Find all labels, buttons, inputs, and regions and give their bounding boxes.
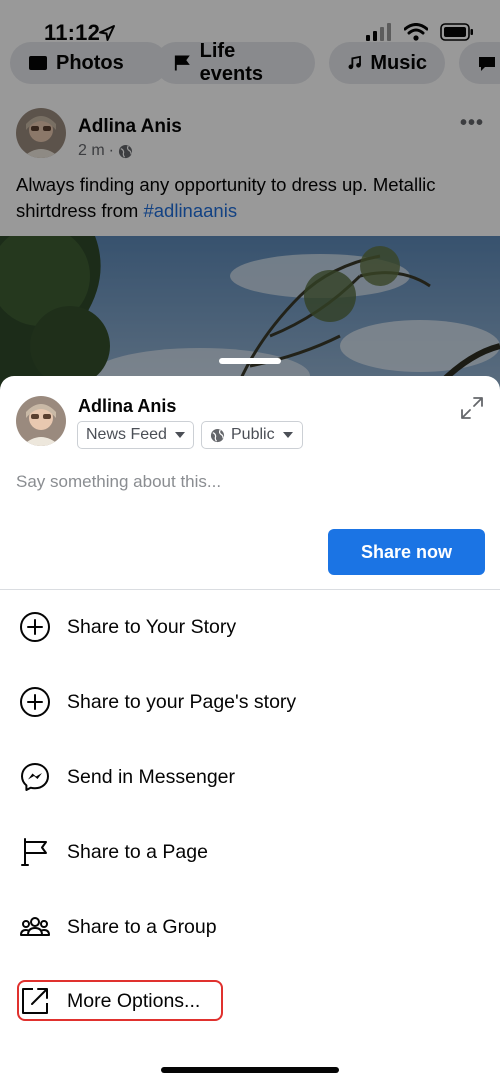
option-label: Share to a Page — [67, 840, 208, 863]
option-share-to-page-story[interactable]: Share to your Page's story — [0, 672, 500, 732]
audience-select[interactable]: Public — [201, 421, 303, 449]
composer-author-name: Adlina Anis — [78, 396, 177, 416]
option-label: Share to your Page's story — [67, 690, 297, 713]
messenger-icon — [21, 763, 49, 791]
modal-overlay[interactable] — [0, 0, 500, 400]
option-share-to-a-page[interactable]: Share to a Page — [0, 822, 500, 882]
share-sheet: Adlina Anis News Feed Public Say somethi… — [0, 376, 500, 1082]
group-icon — [20, 917, 50, 936]
highlight-annotation — [17, 980, 223, 1021]
page-flag-icon — [21, 838, 47, 866]
expand-icon[interactable] — [460, 396, 484, 420]
audience-select-value: Public — [231, 426, 275, 443]
share-caption-input[interactable]: Say something about this... — [16, 472, 476, 492]
globe-icon — [210, 428, 225, 442]
sheet-drag-handle[interactable] — [219, 358, 281, 364]
composer-avatar — [16, 396, 66, 446]
divider — [0, 589, 500, 590]
option-share-to-a-group[interactable]: Share to a Group — [0, 897, 500, 957]
option-label: Share to a Group — [67, 915, 217, 938]
destination-select[interactable]: News Feed — [77, 421, 194, 449]
background-feed: 11:12 Photos Life events Music Adlina An… — [0, 0, 500, 400]
destination-select-value: News Feed — [86, 426, 167, 443]
plus-circle-icon — [20, 612, 50, 642]
option-send-in-messenger[interactable]: Send in Messenger — [0, 747, 500, 807]
option-share-to-your-story[interactable]: Share to Your Story — [0, 597, 500, 657]
home-indicator — [161, 1067, 339, 1073]
option-label: Share to Your Story — [67, 615, 237, 638]
share-now-button[interactable]: Share now — [328, 529, 485, 575]
option-label: Send in Messenger — [67, 765, 236, 788]
caret-down-icon — [282, 432, 293, 438]
caret-down-icon — [174, 432, 185, 438]
plus-circle-icon — [20, 687, 50, 717]
